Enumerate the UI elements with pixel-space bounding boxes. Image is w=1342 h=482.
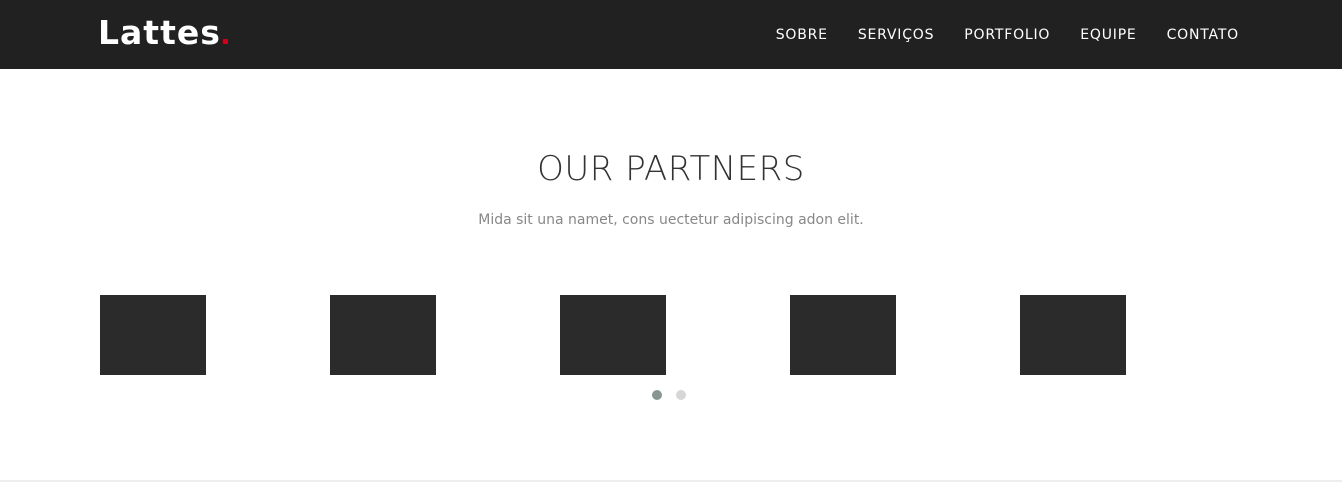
section-title: OUR PARTNERS	[537, 149, 805, 189]
partner-logo-3[interactable]	[560, 295, 666, 375]
brand-dot-icon	[222, 39, 228, 44]
partner-logo-2[interactable]	[330, 295, 436, 375]
nav-item-servicos[interactable]: SERVIÇOS	[858, 27, 934, 43]
section-subtitle: Mida sit una namet, cons uectetur adipis…	[478, 212, 864, 228]
partner-logo-5[interactable]	[1020, 295, 1126, 375]
nav-item-sobre[interactable]: SOBRE	[776, 27, 828, 43]
nav-item-portfolio[interactable]: PORTFOLIO	[964, 27, 1050, 43]
brand-logo[interactable]: Lattes	[98, 10, 228, 56]
partner-logo-4[interactable]	[790, 295, 896, 375]
top-navbar: Lattes SOBRE SERVIÇOS PORTFOLIO EQUIPE C…	[0, 0, 1342, 69]
brand-name: Lattes	[98, 13, 221, 52]
partners-section: OUR PARTNERS Mida sit una namet, cons ue…	[0, 69, 1342, 480]
nav-item-equipe[interactable]: EQUIPE	[1080, 27, 1136, 43]
carousel-pagination	[652, 390, 686, 400]
nav-item-contato[interactable]: CONTATO	[1167, 27, 1239, 43]
main-nav: SOBRE SERVIÇOS PORTFOLIO EQUIPE CONTATO	[776, 0, 1239, 69]
carousel-dot-1[interactable]	[652, 390, 662, 400]
partners-carousel	[100, 295, 1126, 375]
carousel-dot-2[interactable]	[676, 390, 686, 400]
partner-logo-1[interactable]	[100, 295, 206, 375]
